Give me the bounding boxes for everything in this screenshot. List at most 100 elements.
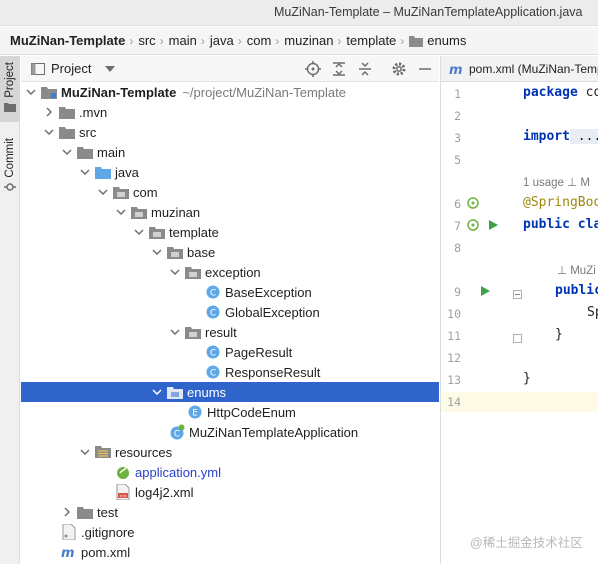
- tree-row[interactable]: C BaseException: [21, 282, 439, 302]
- spring-bean-icon[interactable]: [467, 196, 481, 213]
- chevron-right-icon: ›: [337, 33, 342, 48]
- chevron-down-icon[interactable]: [115, 202, 127, 222]
- tree-label: .mvn: [79, 104, 108, 120]
- chevron-down-icon[interactable]: [105, 65, 116, 72]
- svg-text:C: C: [210, 289, 216, 299]
- breadcrumb-item[interactable]: main: [169, 33, 197, 48]
- breadcrumb-item[interactable]: enums: [427, 33, 466, 48]
- window-title-bar: MuZiNan-Template – MuZiNanTemplateApplic…: [0, 0, 598, 26]
- tree-row[interactable]: result: [21, 322, 439, 342]
- fold-icon[interactable]: [513, 331, 522, 346]
- project-panel-header: Project: [21, 56, 439, 82]
- chevron-down-icon[interactable]: [43, 122, 55, 142]
- tree-row[interactable]: MuZiNan-Template ~/project/MuZiNan-Templ…: [21, 82, 439, 102]
- watermark: @稀土掘金技术社区: [470, 536, 583, 550]
- author-hint[interactable]: ⊥ MuZi: [557, 263, 596, 277]
- run-icon[interactable]: [487, 219, 499, 234]
- tree-row[interactable]: src: [21, 122, 439, 142]
- locate-file-icon[interactable]: [303, 59, 323, 79]
- tree-row-selected[interactable]: enums: [21, 382, 439, 402]
- tree-row[interactable]: C MuZiNanTemplateApplication: [21, 422, 439, 442]
- svg-text:m: m: [61, 546, 75, 558]
- tree-row[interactable]: muzinan: [21, 202, 439, 222]
- chevron-down-icon[interactable]: [169, 262, 181, 282]
- maven-file-icon: m: [61, 544, 77, 560]
- commit-tool-tab[interactable]: Commit: [0, 138, 20, 198]
- line-number: 10: [447, 307, 461, 321]
- chevron-down-icon[interactable]: [133, 222, 145, 242]
- chevron-down-icon[interactable]: [79, 442, 91, 462]
- tree-row[interactable]: <> log4j2.xml: [21, 482, 439, 502]
- chevron-down-icon[interactable]: [151, 382, 163, 402]
- code-editor[interactable]: m pom.xml (MuZiNan-Temp 1 2 3 5 6 7 8 9 …: [440, 56, 598, 564]
- tree-row[interactable]: base: [21, 242, 439, 262]
- breadcrumb-item[interactable]: com: [247, 33, 272, 48]
- breadcrumb-item[interactable]: MuZiNan-Template: [10, 33, 125, 48]
- collapse-all-icon[interactable]: [355, 59, 375, 79]
- code-line: public: [555, 283, 598, 298]
- expand-all-icon[interactable]: [329, 59, 349, 79]
- tree-row[interactable]: template: [21, 222, 439, 242]
- line-number: 7: [454, 219, 461, 233]
- gear-icon[interactable]: [389, 59, 409, 79]
- tree-row[interactable]: .mvn: [21, 102, 439, 122]
- editor-tab-label: pom.xml (MuZiNan-Temp: [469, 61, 598, 76]
- package-icon: [113, 184, 129, 200]
- editor-tab[interactable]: m pom.xml (MuZiNan-Temp: [441, 56, 598, 82]
- code-line: Sp: [587, 305, 598, 320]
- project-panel-title[interactable]: Project: [51, 61, 91, 76]
- chevron-down-icon[interactable]: [97, 182, 109, 202]
- tree-row[interactable]: C ResponseResult: [21, 362, 439, 382]
- tree-row[interactable]: exception: [21, 262, 439, 282]
- tree-row[interactable]: java: [21, 162, 439, 182]
- tree-label: .gitignore: [81, 524, 135, 540]
- tree-label: result: [205, 324, 237, 340]
- line-number: 1: [454, 87, 461, 101]
- chevron-down-icon[interactable]: [151, 242, 163, 262]
- svg-text:C: C: [210, 369, 216, 379]
- project-tool-tab[interactable]: Project: [0, 56, 20, 122]
- tree-row[interactable]: main: [21, 142, 439, 162]
- package-icon: [167, 244, 183, 260]
- chevron-down-icon[interactable]: [79, 162, 91, 182]
- tree-row[interactable]: application.yml: [21, 462, 439, 482]
- chevron-down-icon[interactable]: [169, 322, 181, 342]
- yaml-file-icon: [115, 464, 131, 480]
- folder-icon: [59, 124, 75, 140]
- enum-icon: E: [187, 404, 203, 420]
- usage-hint[interactable]: 1 usage ⊥ M: [523, 175, 590, 189]
- fold-icon[interactable]: [513, 287, 522, 302]
- line-number: 2: [454, 109, 461, 123]
- breadcrumb-item[interactable]: src: [138, 33, 155, 48]
- tree-label: GlobalException: [225, 304, 320, 320]
- chevron-down-icon[interactable]: [61, 142, 73, 162]
- tree-row[interactable]: C GlobalException: [21, 302, 439, 322]
- tree-row[interactable]: E HttpCodeEnum: [21, 402, 439, 422]
- tree-label: HttpCodeEnum: [207, 404, 296, 420]
- tree-row[interactable]: resources: [21, 442, 439, 462]
- package-icon: [131, 204, 147, 220]
- chevron-right-icon[interactable]: [43, 102, 55, 122]
- tree-label: src: [79, 124, 97, 140]
- tree-row[interactable]: C PageResult: [21, 342, 439, 362]
- minimize-icon[interactable]: [415, 59, 435, 79]
- code-line: }: [523, 371, 531, 386]
- code-line: import ...: [523, 129, 598, 144]
- svg-text:<>: <>: [119, 493, 127, 499]
- breadcrumb-item[interactable]: template: [346, 33, 396, 48]
- spring-bean-icon[interactable]: [467, 218, 481, 235]
- tree-label: resources: [115, 444, 173, 460]
- tool-window-stripe: Project Commit: [0, 56, 20, 564]
- tree-row[interactable]: m pom.xml: [21, 542, 439, 562]
- breadcrumb-item[interactable]: muzinan: [284, 33, 333, 48]
- tree-row[interactable]: test: [21, 502, 439, 522]
- run-icon[interactable]: [479, 285, 491, 300]
- tree-label: pom.xml: [81, 544, 131, 560]
- class-icon: C: [205, 304, 221, 320]
- tree-row[interactable]: com: [21, 182, 439, 202]
- chevron-right-icon[interactable]: [61, 502, 73, 522]
- breadcrumb-item[interactable]: java: [210, 33, 234, 48]
- tree-row[interactable]: .gitignore: [21, 522, 439, 542]
- tree-label: template: [169, 224, 219, 240]
- chevron-down-icon[interactable]: [25, 82, 37, 102]
